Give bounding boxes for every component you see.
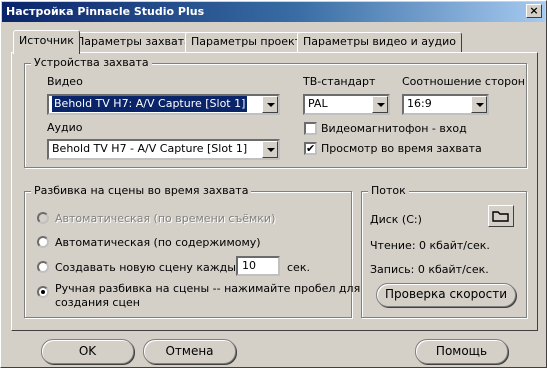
scene-detection-title: Разбивка на сцены во время захвата — [31, 184, 252, 198]
preview-checkbox[interactable]: ✔ — [304, 142, 317, 155]
scene-by-time-label: Автоматическая (по времени съёмки) — [55, 212, 276, 225]
scene-interval-unit: сек. — [287, 261, 310, 274]
tv-standard-select[interactable]: PAL — [303, 94, 390, 115]
audio-device-select[interactable]: Behold TV H7 - A/V Capture [Slot 1] — [47, 139, 280, 160]
scene-by-content-label: Автоматическая (по содержимому) — [55, 236, 261, 249]
settings-dialog: Настройка Pinnacle Studio Plus × Источни… — [0, 0, 547, 368]
speed-test-button[interactable]: Проверка скорости — [376, 283, 516, 307]
capture-devices-group: Устройства захвата Видео Behold TV H7: A… — [24, 56, 527, 168]
disk-label: Диск (C:) — [370, 213, 422, 226]
tab-source-label: Источник — [19, 34, 74, 47]
scene-manual-label-line2: создания сцен — [55, 296, 140, 309]
help-button[interactable]: Помощь — [415, 339, 508, 364]
scene-radio-by-time[interactable] — [37, 212, 49, 224]
tab-project-settings[interactable]: Параметры проекта — [185, 32, 314, 52]
chevron-down-icon[interactable] — [262, 141, 278, 158]
stream-group: Поток Диск (C:) Чтение: 0 кбайт/сек. Зап… — [361, 184, 527, 318]
scene-detection-group: Разбивка на сцены во время захвата Автом… — [24, 184, 360, 318]
tv-standard-label: ТВ-стандарт — [303, 75, 376, 88]
tab-panel-source: Устройства захвата Видео Behold TV H7: A… — [11, 52, 538, 331]
stream-title: Поток — [368, 184, 409, 198]
window-title: Настройка Pinnacle Studio Plus — [6, 5, 205, 18]
chevron-down-icon[interactable] — [372, 96, 388, 113]
browse-folder-button[interactable] — [488, 205, 514, 227]
tab-video-audio-settings-label: Параметры видео и аудио — [303, 35, 456, 48]
scene-radio-by-content[interactable] — [37, 236, 49, 248]
tab-project-settings-label: Параметры проекта — [191, 35, 308, 48]
scene-interval-input[interactable]: 10 — [236, 256, 280, 276]
audio-device-value: Behold TV H7 - A/V Capture [Slot 1] — [52, 142, 248, 155]
vcr-input-label: Видеомагнитофон - вход — [321, 122, 467, 135]
audio-label: Аудио — [47, 121, 83, 134]
vcr-input-checkbox[interactable] — [304, 122, 317, 135]
video-device-select[interactable]: Behold TV H7: A/V Capture [Slot 1] — [47, 94, 280, 115]
scene-radio-manual[interactable] — [37, 286, 49, 298]
ok-button[interactable]: OK — [41, 339, 134, 364]
tab-source[interactable]: Источник — [13, 30, 80, 54]
tab-video-audio-settings[interactable]: Параметры видео и аудио — [297, 32, 462, 52]
write-speed: Запись: 0 кбайт/сек. — [370, 263, 489, 276]
aspect-ratio-value: 16:9 — [407, 97, 432, 110]
tab-capture-settings[interactable]: Параметры захвата — [70, 32, 197, 52]
chevron-down-icon[interactable] — [471, 96, 487, 113]
folder-icon — [492, 211, 509, 222]
cancel-button[interactable]: Отмена — [143, 339, 236, 364]
checkmark-icon: ✔ — [306, 142, 316, 155]
read-speed: Чтение: 0 кбайт/сек. — [370, 239, 490, 252]
video-label: Видео — [47, 75, 83, 88]
scene-radio-every-n-sec[interactable] — [37, 261, 49, 273]
chevron-down-icon[interactable] — [262, 96, 278, 113]
tv-standard-value: PAL — [308, 97, 328, 110]
tab-capture-settings-label: Параметры захвата — [76, 35, 191, 48]
video-device-value: Behold TV H7: A/V Capture [Slot 1] — [52, 96, 248, 112]
preview-label: Просмотр во время захвата — [321, 142, 482, 155]
aspect-ratio-select[interactable]: 16:9 — [402, 94, 489, 115]
scene-every-n-sec-label: Создавать новую сцену каждые — [55, 261, 243, 274]
close-icon: × — [529, 4, 539, 17]
aspect-ratio-label: Соотношение сторон — [402, 75, 525, 88]
capture-devices-title: Устройства захвата — [31, 56, 152, 70]
scene-manual-label-line1: Ручная разбивка на сцены -- нажимайте пр… — [55, 282, 361, 295]
title-bar: Настройка Pinnacle Studio Plus × — [2, 2, 545, 22]
close-button[interactable]: × — [526, 4, 542, 18]
